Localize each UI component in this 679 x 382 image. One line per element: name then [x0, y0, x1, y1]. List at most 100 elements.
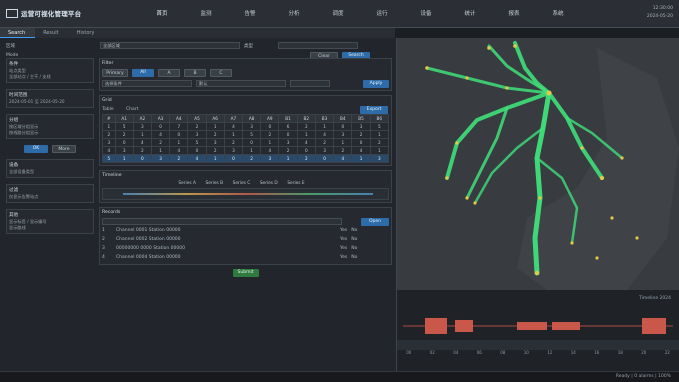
condition-field[interactable]: 选择条件	[102, 80, 192, 87]
grid-header-cell[interactable]: A1	[114, 114, 134, 123]
grid-header-cell[interactable]: A4	[169, 114, 189, 123]
map-canvas[interactable]	[397, 38, 679, 290]
submit-button[interactable]: Submit	[232, 269, 259, 277]
station-node[interactable]	[425, 66, 429, 70]
timeline-event[interactable]	[455, 320, 473, 332]
flag-no[interactable]: No	[351, 237, 357, 242]
type-select[interactable]	[278, 42, 358, 49]
timeline-event[interactable]	[425, 318, 447, 334]
chip-b[interactable]: B	[184, 68, 206, 77]
ok-button[interactable]: OK	[24, 145, 48, 153]
station-node[interactable]	[570, 241, 574, 245]
region-select[interactable]: 全部区域	[100, 42, 240, 49]
default-field[interactable]: 默认	[196, 80, 286, 87]
grid-header-cell[interactable]: B1	[278, 114, 298, 123]
records-filter-input[interactable]	[102, 218, 342, 225]
timeline-event[interactable]	[552, 322, 580, 330]
nav-item-8[interactable]: 报表	[492, 9, 536, 19]
station-node[interactable]	[455, 141, 459, 145]
station-node[interactable]	[620, 156, 624, 160]
map-view[interactable]	[397, 38, 679, 290]
apply-button[interactable]: Apply	[363, 79, 389, 88]
grid-tab-chart[interactable]: Chart	[126, 107, 356, 112]
nav-item-2[interactable]: 告警	[228, 9, 272, 19]
grid-header-cell[interactable]: A8	[241, 114, 262, 123]
grid-header-cell[interactable]: A2	[132, 114, 152, 123]
chip-a[interactable]: A	[158, 68, 180, 77]
nav-item-6[interactable]: 设备	[404, 9, 448, 19]
grid-header-cell[interactable]: B4	[333, 114, 353, 123]
grid-tab-table[interactable]: Table	[102, 107, 122, 112]
nav-item-5[interactable]: 运行	[360, 9, 404, 19]
grid-header-cell[interactable]: A7	[223, 114, 244, 123]
list-item[interactable]: 1 Channel 0001 Station 00000 Yes No	[102, 226, 389, 235]
legend-b[interactable]: Series B	[206, 181, 224, 186]
station-node[interactable]	[473, 201, 477, 205]
list-item[interactable]: 2 Channel 0002 Station 00000 Yes No	[102, 235, 389, 244]
table-row[interactable]: 5103241023120413	[102, 154, 390, 163]
legend-d[interactable]: Series D	[260, 181, 278, 186]
station-node[interactable]	[635, 236, 639, 240]
tab-result[interactable]: Result	[35, 28, 68, 38]
grid-header-cell[interactable]: A3	[150, 114, 171, 123]
timeline-bar[interactable]	[102, 188, 389, 200]
timeline-chart[interactable]	[397, 306, 679, 366]
legend-c[interactable]: Series C	[233, 181, 251, 186]
station-node[interactable]	[600, 176, 604, 180]
open-button[interactable]: Open	[361, 217, 389, 226]
timeline-event[interactable]	[642, 318, 666, 334]
grid-header-cell[interactable]: A5	[187, 114, 207, 123]
station-node[interactable]	[487, 46, 491, 50]
flag-yes[interactable]: Yes	[340, 228, 347, 233]
sidebar-line[interactable]: 全部站点 / 主干 / 支线	[9, 74, 91, 80]
table-row[interactable]: 2214032152014321	[102, 130, 390, 139]
flag-no[interactable]: No	[351, 255, 357, 260]
station-node[interactable]	[513, 44, 517, 48]
grid-header-cell[interactable]: A6	[205, 114, 225, 123]
nav-item-4[interactable]: 调度	[316, 9, 360, 19]
legend-a[interactable]: Series A	[178, 181, 196, 186]
more-button[interactable]: More	[52, 145, 76, 153]
flag-no[interactable]: No	[351, 246, 357, 251]
flag-yes[interactable]: Yes	[340, 237, 347, 242]
sidebar-line[interactable]: 按线路分组显示	[9, 130, 91, 136]
station-node[interactable]	[546, 90, 552, 96]
table-row[interactable]: 1530721430621035	[102, 122, 390, 131]
grid-header-cell[interactable]: #	[102, 114, 116, 123]
station-node[interactable]	[534, 270, 540, 276]
grid-header-cell[interactable]: A9	[260, 114, 280, 123]
nav-item-0[interactable]: 首页	[140, 9, 184, 19]
station-node[interactable]	[580, 146, 584, 150]
chip-all[interactable]: All	[132, 68, 154, 77]
list-item[interactable]: 3 00000000 0000 Station 00000 Yes No	[102, 244, 389, 253]
chip-c[interactable]: C	[210, 68, 232, 77]
export-button[interactable]: Export	[360, 105, 388, 114]
tab-history[interactable]: History	[69, 28, 105, 38]
station-node[interactable]	[465, 76, 469, 80]
nav-item-3[interactable]: 分析	[272, 9, 316, 19]
sidebar-line[interactable]: 2024-05-01 至 2024-05-20	[9, 99, 91, 105]
station-node[interactable]	[505, 86, 509, 90]
grid-header-cell[interactable]: B3	[314, 114, 335, 123]
table-row[interactable]: 3042153201342102	[102, 138, 390, 147]
flag-yes[interactable]: Yes	[340, 255, 347, 260]
timeline-event[interactable]	[517, 322, 547, 330]
station-node[interactable]	[465, 196, 469, 200]
station-node[interactable]	[445, 176, 449, 180]
nav-item-1[interactable]: 监测	[184, 9, 228, 19]
table-row[interactable]: 4321402314203241	[102, 146, 390, 155]
sidebar-line[interactable]: 全部设备类型	[9, 169, 91, 175]
nav-item-7[interactable]: 统计	[448, 9, 492, 19]
station-node[interactable]	[610, 216, 614, 220]
list-item[interactable]: 4 Channel 0004 Station 00000 Yes No	[102, 253, 389, 262]
grid-header-cell[interactable]: B5	[351, 114, 371, 123]
sidebar-line[interactable]: 显示路线	[9, 225, 91, 231]
flag-no[interactable]: No	[351, 228, 357, 233]
sidebar-line[interactable]: 仅显示告警站点	[9, 194, 91, 200]
legend-e[interactable]: Series E	[287, 181, 304, 186]
grid-header-cell[interactable]: B6	[369, 114, 390, 123]
flag-yes[interactable]: Yes	[340, 246, 347, 251]
chip-primary[interactable]: Primary	[102, 68, 128, 77]
station-node[interactable]	[595, 256, 599, 260]
station-node[interactable]	[538, 196, 542, 200]
